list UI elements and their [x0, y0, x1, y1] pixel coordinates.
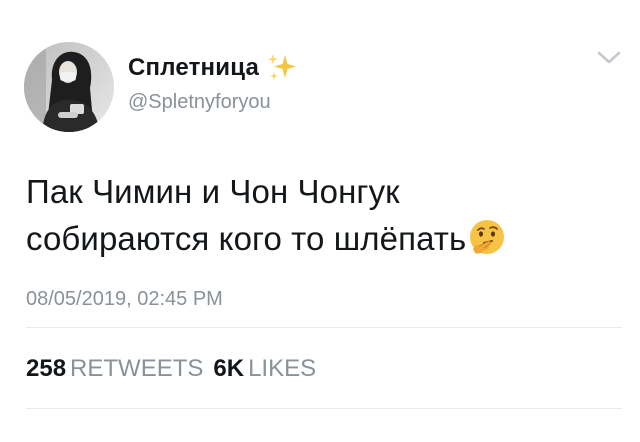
thinking-face-icon: [470, 220, 505, 254]
tweet-timestamp[interactable]: 08/05/2019, 02:45 PM: [26, 288, 223, 311]
likes-count[interactable]: 6K: [213, 355, 244, 382]
tweet-text-line-2-wrap: собираются кого то шлёпать: [26, 215, 626, 262]
avatar-photo: [24, 42, 114, 132]
user-handle[interactable]: @Spletnyforyou: [128, 91, 299, 114]
divider: [26, 408, 622, 409]
display-name[interactable]: Сплетница: [128, 54, 259, 82]
tweet-text: Пак Чимин и Чон Чонгук собираются кого т…: [26, 168, 626, 262]
tweet-header: Сплетница @Spletnyforyou: [24, 42, 299, 132]
avatar[interactable]: [24, 42, 114, 132]
likes-label[interactable]: LIKES: [248, 355, 316, 382]
retweets-count[interactable]: 258: [26, 355, 66, 382]
sparkles-icon: [268, 53, 296, 80]
user-names: Сплетница @Spletnyforyou: [128, 51, 299, 114]
display-name-row: Сплетница: [128, 51, 299, 85]
tweet-text-line-1: Пак Чимин и Чон Чонгук: [26, 173, 400, 210]
tweet-text-line-2: собираются кого то шлёпать: [26, 220, 467, 257]
divider: [26, 327, 622, 328]
retweets-label[interactable]: RETWEETS: [70, 355, 203, 382]
chevron-down-icon[interactable]: [596, 50, 622, 66]
tweet-stats: 258 RETWEETS 6K LIKES: [26, 355, 326, 383]
tweet-card: Сплетница @Spletnyforyou Пак Чимин и Чон…: [0, 0, 640, 442]
